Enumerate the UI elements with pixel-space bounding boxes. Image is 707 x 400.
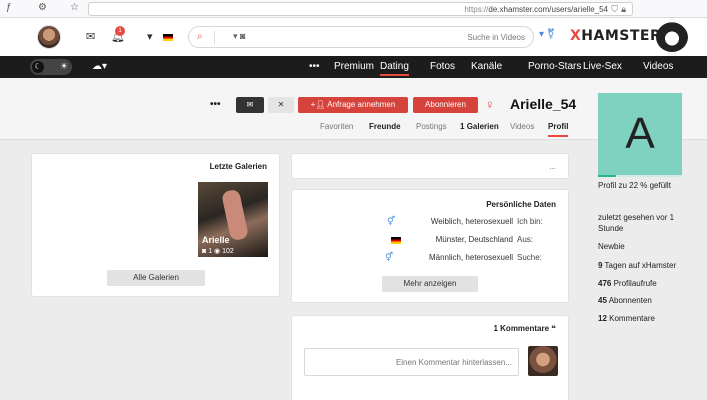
search-category-icon[interactable]: ▾ ◙ (233, 31, 245, 42)
row-value-iam: Weiblich, heterosexuell (430, 217, 513, 226)
tab-profile[interactable]: Profil (548, 122, 569, 137)
browser-toolbar: ƒ ⚙ ☆ https://de.xhamster.com/users/arie… (0, 0, 707, 18)
profile-views: 476 Profilaufrufe (598, 279, 657, 288)
search-divider (214, 31, 215, 44)
trans-symbol-icon: ⚥ (387, 216, 396, 226)
tab-postings[interactable]: Postings (416, 122, 447, 131)
nav-premium[interactable]: Premium (334, 61, 374, 72)
close-icon[interactable]: ✕ (268, 97, 294, 113)
show-more-button[interactable]: Mehr anzeigen (382, 276, 478, 292)
camera-icon: ◙ (202, 248, 207, 255)
main-navigation: ☾ ☀ ☁▾ ••• Premium Dating Fotos Kanäle P… (0, 56, 707, 78)
more-options-button[interactable]: ••• (210, 99, 221, 110)
commenter-avatar (528, 346, 558, 376)
trans-symbol-icon: ⚥ (385, 252, 394, 262)
extensions-icon[interactable]: ƒ (6, 2, 12, 13)
last-seen-text: zuletzt gesehen vor 1 Stunde (598, 213, 675, 233)
gallery-meta: ◙ 1 ◉ 102 (202, 248, 234, 255)
add-friend-icon: +👤︎ (310, 100, 328, 109)
nav-pornstars[interactable]: Porno-Stars (528, 61, 581, 72)
nav-more[interactable]: ••• (309, 61, 320, 72)
days-on-site: 9 Tagen auf xHamster (598, 261, 677, 270)
message-icon[interactable]: ✉ (236, 97, 264, 113)
profile-username: Arielle_54 (510, 96, 577, 112)
messages-icon[interactable]: ✉ (86, 30, 95, 43)
row-value-seeking: Männlich, heterosexuell (428, 253, 513, 262)
comment-bubble-icon: ❝ (551, 324, 556, 333)
tracking-shield-icon[interactable]: ⛉ (611, 4, 618, 15)
hamster-logo-icon[interactable] (656, 22, 688, 52)
notification-badge: 1 (115, 26, 125, 36)
tab-friends[interactable]: Freunde (369, 122, 401, 131)
subscribers-count: 45 Abonnenten (598, 296, 652, 305)
newbie-label: Newbie (598, 242, 625, 251)
comment-input[interactable] (304, 348, 519, 376)
theme-toggle[interactable]: ☾ ☀ (30, 59, 72, 75)
status-card: ... (291, 153, 569, 179)
bookmark-star-icon[interactable]: ☆ (70, 2, 79, 13)
address-bar[interactable]: https://de.xhamster.com/users/arielle_54… (88, 2, 633, 16)
nav-photos[interactable]: Fotos (430, 61, 455, 72)
tab-videos[interactable]: Videos (510, 122, 534, 131)
search-input[interactable] (325, 31, 525, 44)
row-label-from: Aus: (517, 235, 534, 244)
accept-friend-button[interactable]: +👤︎ Anfrage annehmen (298, 97, 408, 113)
settings-icon[interactable]: ⚙ (38, 2, 47, 13)
upload-cloud-icon[interactable]: ☁▾ (92, 61, 107, 72)
moon-icon: ☾ (32, 61, 44, 73)
profile-completion-bar (598, 175, 682, 177)
nav-dating[interactable]: Dating (380, 61, 409, 76)
search-icon[interactable]: ⌕ (197, 31, 203, 42)
galleries-title: Letzte Galerien (209, 162, 267, 171)
germany-flag-icon (391, 236, 401, 245)
nav-livesex[interactable]: Live-Sex (583, 61, 622, 72)
subscribe-button[interactable]: Abonnieren (413, 97, 478, 113)
recent-galleries-card: Letzte Galerien Arielle ◙ 1 ◉ 102 Alle G… (31, 153, 280, 297)
row-label-iam: Ich bin: (517, 217, 543, 226)
row-label-seeking: Suche: (517, 253, 542, 262)
personal-data-card: Persönliche Daten Ich bin: Weiblich, het… (291, 189, 569, 303)
user-avatar[interactable] (37, 25, 61, 49)
chevron-down-icon[interactable]: ▾ (147, 30, 153, 43)
row-value-from: Münster, Deutschland (435, 235, 513, 244)
female-symbol-icon: ♀ (485, 97, 495, 112)
comments-title: 1 Kommentare ❝ (493, 324, 556, 333)
profile-avatar[interactable]: A (598, 93, 682, 175)
language-flag-icon[interactable] (163, 33, 173, 42)
gallery-thumbnail[interactable]: Arielle ◙ 1 ◉ 102 (198, 182, 268, 257)
nav-channels[interactable]: Kanäle (471, 61, 502, 72)
url-text: https://de.xhamster.com/users/arielle_54 (464, 5, 608, 14)
sun-icon: ☀ (59, 61, 68, 71)
nav-videos[interactable]: Videos (643, 61, 673, 72)
comments-card: 1 Kommentare ❝ (291, 315, 569, 400)
comments-count: 12 Kommentare (598, 314, 655, 323)
lock-icon[interactable]: 🔒︎ (621, 4, 626, 15)
profile-completion-text: Profil zu 22 % gefüllt (598, 181, 671, 190)
site-logo[interactable]: XHAMSTER (570, 28, 661, 44)
status-text: ... (549, 162, 556, 171)
personal-data-title: Persönliche Daten (486, 200, 556, 209)
gallery-caption: Arielle (202, 235, 230, 245)
all-galleries-button[interactable]: Alle Galerien (107, 270, 205, 286)
site-header: ✉ 🔔︎ 1 ▾ ⌕ ▾ ◙ ▾ ⚧ XHAMSTER (0, 18, 707, 56)
tab-galleries[interactable]: 1 Galerien (460, 122, 499, 131)
tab-favorites[interactable]: Favoriten (320, 122, 353, 131)
search-bar: ⌕ ▾ ◙ (188, 26, 534, 48)
eye-icon: ◉ (214, 248, 221, 255)
trans-symbol-icon[interactable]: ▾ ⚧ (539, 29, 555, 40)
